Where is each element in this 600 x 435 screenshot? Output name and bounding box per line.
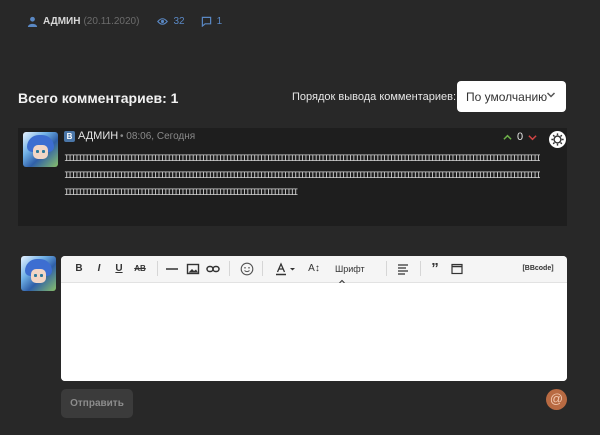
comments-total: Всего комментариев: 1 [18, 90, 178, 106]
comments-total-label: Всего комментариев: [18, 90, 167, 106]
comment-rating: 0 [517, 131, 524, 143]
comment-text: IIIIIIIIIIIIIIIIIIIIIIIIIIIIIIIIIIIIIIII… [64, 154, 540, 198]
quote-button[interactable]: ” [429, 261, 441, 276]
toolbar-separator [386, 261, 387, 276]
order-select[interactable]: По умолчанию [457, 81, 566, 112]
font-family-button[interactable]: Шрифт [335, 262, 377, 288]
bold-button[interactable]: B [74, 262, 84, 276]
mention-button[interactable]: @ [546, 389, 567, 410]
post-meta: АДМИН (20.11.2020) 32 1 [27, 14, 238, 28]
toolbar-separator [157, 261, 158, 276]
italic-button[interactable]: I [94, 262, 104, 276]
window-icon [451, 263, 463, 275]
comment-avatar[interactable] [23, 132, 58, 167]
vote-down-icon[interactable] [528, 133, 537, 142]
align-left-icon [398, 264, 408, 275]
vote-up-icon[interactable] [503, 133, 512, 142]
smiley-icon [240, 262, 254, 276]
font-size-button[interactable]: A↕ [304, 262, 324, 276]
eye-icon [157, 17, 169, 25]
gear-icon [551, 133, 564, 146]
fullscreen-button[interactable] [450, 262, 464, 276]
avatar-eye-right [40, 274, 43, 277]
comment-time: • 08:06, Сегодня [120, 131, 196, 142]
avatar-eye-right [42, 150, 45, 153]
comment-editor: B I U AB A↕ Шрифт ” [BBcode] [61, 256, 567, 381]
horizontal-line-icon [166, 268, 178, 270]
image-icon [186, 263, 200, 275]
editor-toolbar: B I U AB A↕ Шрифт ” [BBcode] [61, 256, 567, 288]
toolbar-separator [262, 261, 263, 276]
avatar-eye-left [34, 274, 37, 277]
toolbar-separator [229, 261, 230, 276]
link-button[interactable] [206, 262, 220, 276]
comments-total-count: 1 [170, 90, 179, 106]
emoji-button[interactable] [240, 262, 254, 276]
comment-textarea[interactable] [61, 283, 567, 381]
text-color-button[interactable] [275, 262, 297, 276]
comment-author[interactable]: АДМИН [78, 130, 118, 142]
comment-icon [201, 16, 211, 27]
comment-settings-button[interactable] [549, 131, 566, 148]
order-select-value: По умолчанию [466, 90, 548, 104]
chevron-down-icon [546, 92, 556, 98]
order-label: Порядок вывода комментариев: [292, 91, 457, 103]
toolbar-separator [420, 261, 421, 276]
send-button[interactable]: Отправить [61, 389, 133, 418]
font-family-label: Шрифт [335, 264, 365, 274]
post-date: (20.11.2020) [83, 15, 140, 27]
underline-button[interactable]: U [114, 262, 124, 276]
image-button[interactable] [186, 262, 200, 276]
vk-badge-icon: В [64, 131, 75, 142]
comments-count: 1 [216, 15, 223, 27]
align-button[interactable] [396, 262, 410, 276]
comment-card: В АДМИН • 08:06, Сегодня 0 IIIIIIIIIIIII… [18, 128, 567, 226]
post-author[interactable]: АДМИН [43, 16, 80, 27]
user-icon [27, 16, 38, 27]
hr-button[interactable] [165, 262, 179, 276]
text-color-icon [276, 262, 295, 276]
avatar-eye-left [36, 150, 39, 153]
strikethrough-button[interactable]: AB [133, 262, 147, 276]
reply-avatar [21, 256, 56, 291]
link-icon [206, 265, 220, 273]
views-count: 32 [173, 15, 185, 27]
bbcode-toggle[interactable]: [BBcode] [520, 262, 556, 276]
